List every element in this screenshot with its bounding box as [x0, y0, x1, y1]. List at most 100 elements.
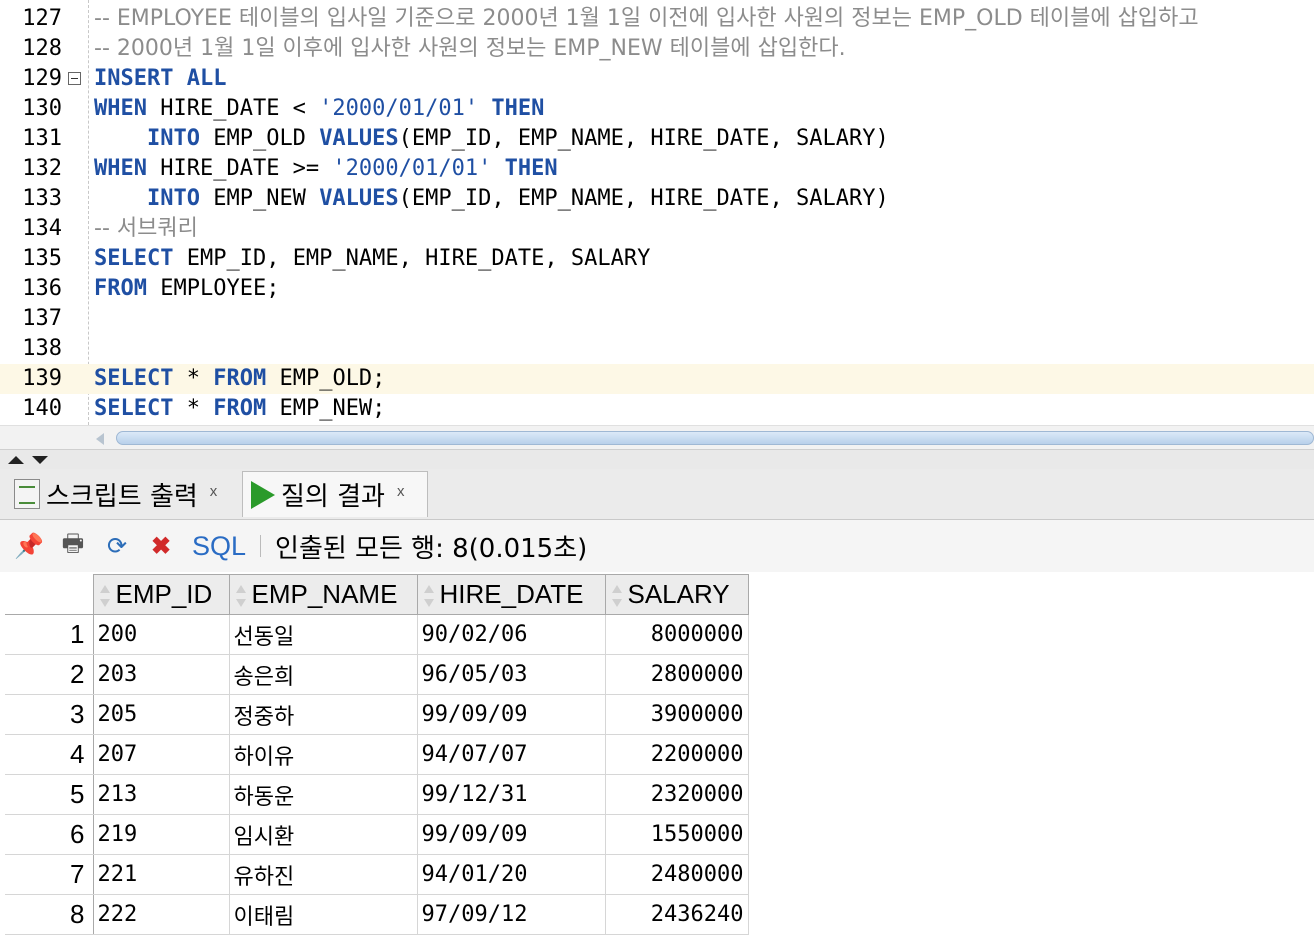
cell-emp-id[interactable]: 221	[93, 854, 230, 895]
sort-icon[interactable]	[98, 584, 112, 608]
code-token: INTO	[146, 186, 200, 211]
cell-emp-name[interactable]: 이태림	[229, 894, 418, 935]
column-header-hire-date[interactable]: HIRE_DATE	[416, 574, 606, 615]
collapse-up-icon[interactable]	[8, 456, 24, 464]
cell-emp-id[interactable]: 222	[93, 894, 230, 935]
cell-hire-date[interactable]: 99/09/09	[417, 814, 606, 855]
code-line[interactable]: 140 SELECT * FROM EMP_NEW;	[0, 394, 1314, 424]
clear-icon[interactable]: ✖	[146, 531, 176, 561]
cell-emp-id[interactable]: 205	[93, 694, 230, 735]
cell-hire-date[interactable]: 99/12/31	[417, 774, 606, 815]
pin-icon[interactable]: 📌	[14, 531, 44, 561]
code-line[interactable]: 134 -- 서브쿼리	[0, 214, 1314, 244]
code-line[interactable]: 137	[0, 304, 1314, 334]
cell-salary[interactable]: 1550000	[605, 814, 749, 855]
table-row[interactable]: 7 221 유하진 94/01/20 2480000	[5, 854, 749, 895]
cell-salary[interactable]: 2320000	[605, 774, 749, 815]
code-text: WHEN HIRE_DATE >= '2000/01/01' THEN	[94, 154, 558, 184]
line-number: 137	[22, 306, 62, 331]
cell-hire-date[interactable]: 90/02/06	[417, 614, 606, 655]
close-icon[interactable]: x	[397, 483, 405, 500]
cell-emp-id[interactable]: 203	[93, 654, 230, 695]
code-line[interactable]: 135 SELECT EMP_ID, EMP_NAME, HIRE_DATE, S…	[0, 244, 1314, 274]
close-icon[interactable]: x	[210, 483, 218, 500]
table-row[interactable]: 5 213 하동운 99/12/31 2320000	[5, 774, 749, 815]
column-header-salary[interactable]: SALARY	[604, 574, 749, 615]
table-row[interactable]: 3 205 정중하 99/09/09 3900000	[5, 694, 749, 735]
cell-hire-date[interactable]: 94/01/20	[417, 854, 606, 895]
code-token: VALUES	[319, 126, 399, 151]
cell-emp-name[interactable]: 하동운	[229, 774, 418, 815]
cell-emp-name[interactable]: 정중하	[229, 694, 418, 735]
cell-hire-date[interactable]: 94/07/07	[417, 734, 606, 775]
column-header-emp-name[interactable]: EMP_NAME	[228, 574, 418, 615]
table-row[interactable]: 6 219 임시환 99/09/09 1550000	[5, 814, 749, 855]
cell-emp-id[interactable]: 200	[93, 614, 230, 655]
code-line[interactable]: 128 -- 2000년 1월 1일 이후에 입사한 사원의 정보는 EMP_NE…	[0, 34, 1314, 64]
code-token: *	[173, 396, 214, 421]
cell-salary[interactable]: 2800000	[605, 654, 749, 695]
cell-emp-name[interactable]: 임시환	[229, 814, 418, 855]
cell-salary[interactable]: 8000000	[605, 614, 749, 655]
table-row[interactable]: 8 222 이태림 97/09/12 2436240	[5, 894, 749, 935]
print-icon[interactable]: 🖶	[58, 530, 88, 561]
row-number: 1	[5, 614, 94, 655]
code-token: FROM	[94, 276, 147, 301]
code-line[interactable]: 131 INTO EMP_OLD VALUES(EMP_ID, EMP_NAME…	[0, 124, 1314, 154]
panel-splitter[interactable]	[0, 449, 1314, 470]
sort-icon[interactable]	[422, 584, 436, 608]
cell-emp-name[interactable]: 하이유	[229, 734, 418, 775]
cell-emp-name[interactable]: 송은희	[229, 654, 418, 695]
tab-query-result[interactable]: 질의 결과 x	[242, 471, 428, 517]
cell-hire-date[interactable]: 97/09/12	[417, 894, 606, 935]
code-line[interactable]: 139 SELECT * FROM EMP_OLD;	[0, 364, 1314, 394]
code-text: SELECT * FROM EMP_OLD;	[94, 364, 385, 394]
code-line[interactable]: 130 WHEN HIRE_DATE < '2000/01/01' THEN	[0, 94, 1314, 124]
line-number: 135	[22, 246, 62, 271]
code-line[interactable]: 133 INTO EMP_NEW VALUES(EMP_ID, EMP_NAME…	[0, 184, 1314, 214]
cell-hire-date[interactable]: 96/05/03	[417, 654, 606, 695]
table-row[interactable]: 1 200 선동일 90/02/06 8000000	[5, 614, 749, 655]
code-line[interactable]: 136 FROM EMPLOYEE;	[0, 274, 1314, 304]
cell-salary[interactable]: 3900000	[605, 694, 749, 735]
cell-emp-id[interactable]: 219	[93, 814, 230, 855]
cell-salary[interactable]: 2436240	[605, 894, 749, 935]
table-row[interactable]: 4 207 하이유 94/07/07 2200000	[5, 734, 749, 775]
fold-collapse-icon[interactable]	[68, 72, 81, 85]
editor-horizontal-scrollbar[interactable]	[0, 425, 1314, 450]
line-number: 128	[22, 36, 62, 61]
row-number: 3	[5, 694, 94, 735]
code-text: SELECT EMP_ID, EMP_NAME, HIRE_DATE, SALA…	[94, 244, 650, 274]
result-grid: EMP_ID EMP_NAME HIRE_DATE SALARY 1 200 선동일…	[0, 572, 1314, 952]
sql-button[interactable]: SQL	[192, 531, 246, 562]
cell-emp-id[interactable]: 213	[93, 774, 230, 815]
line-number: 127	[22, 6, 62, 31]
code-line[interactable]: 129 INSERT ALL	[0, 64, 1314, 94]
sql-editor[interactable]: 127 -- EMPLOYEE 테이블의 입사일 기준으로 2000년 1월 1일…	[0, 0, 1314, 425]
cell-salary[interactable]: 2200000	[605, 734, 749, 775]
scroll-left-arrow-icon[interactable]	[96, 433, 104, 445]
code-line[interactable]: 127 -- EMPLOYEE 테이블의 입사일 기준으로 2000년 1월 1일…	[0, 4, 1314, 34]
code-text: INTO EMP_OLD VALUES(EMP_ID, EMP_NAME, HI…	[94, 124, 889, 154]
collapse-down-icon[interactable]	[32, 456, 48, 464]
run-icon	[251, 480, 275, 509]
cell-emp-name[interactable]: 선동일	[229, 614, 418, 655]
cell-emp-name[interactable]: 유하진	[229, 854, 418, 895]
code-token: WHEN	[94, 96, 147, 121]
code-token: SELECT	[94, 366, 174, 391]
scrollbar-thumb[interactable]	[116, 431, 1314, 445]
refresh-icon[interactable]: ⟳	[102, 531, 132, 561]
cell-emp-id[interactable]: 207	[93, 734, 230, 775]
code-token: HIRE_DATE <	[146, 96, 320, 121]
code-line[interactable]: 132 WHEN HIRE_DATE >= '2000/01/01' THEN	[0, 154, 1314, 184]
cell-salary[interactable]: 2480000	[605, 854, 749, 895]
sort-icon[interactable]	[234, 584, 248, 608]
tab-script-output[interactable]: 스크립트 출력 x	[4, 471, 236, 517]
code-line[interactable]: 138	[0, 334, 1314, 364]
table-row[interactable]: 2 203 송은희 96/05/03 2800000	[5, 654, 749, 695]
cell-hire-date[interactable]: 99/09/09	[417, 694, 606, 735]
column-header-emp-id[interactable]: EMP_ID	[92, 574, 230, 615]
sort-icon[interactable]	[610, 584, 624, 608]
